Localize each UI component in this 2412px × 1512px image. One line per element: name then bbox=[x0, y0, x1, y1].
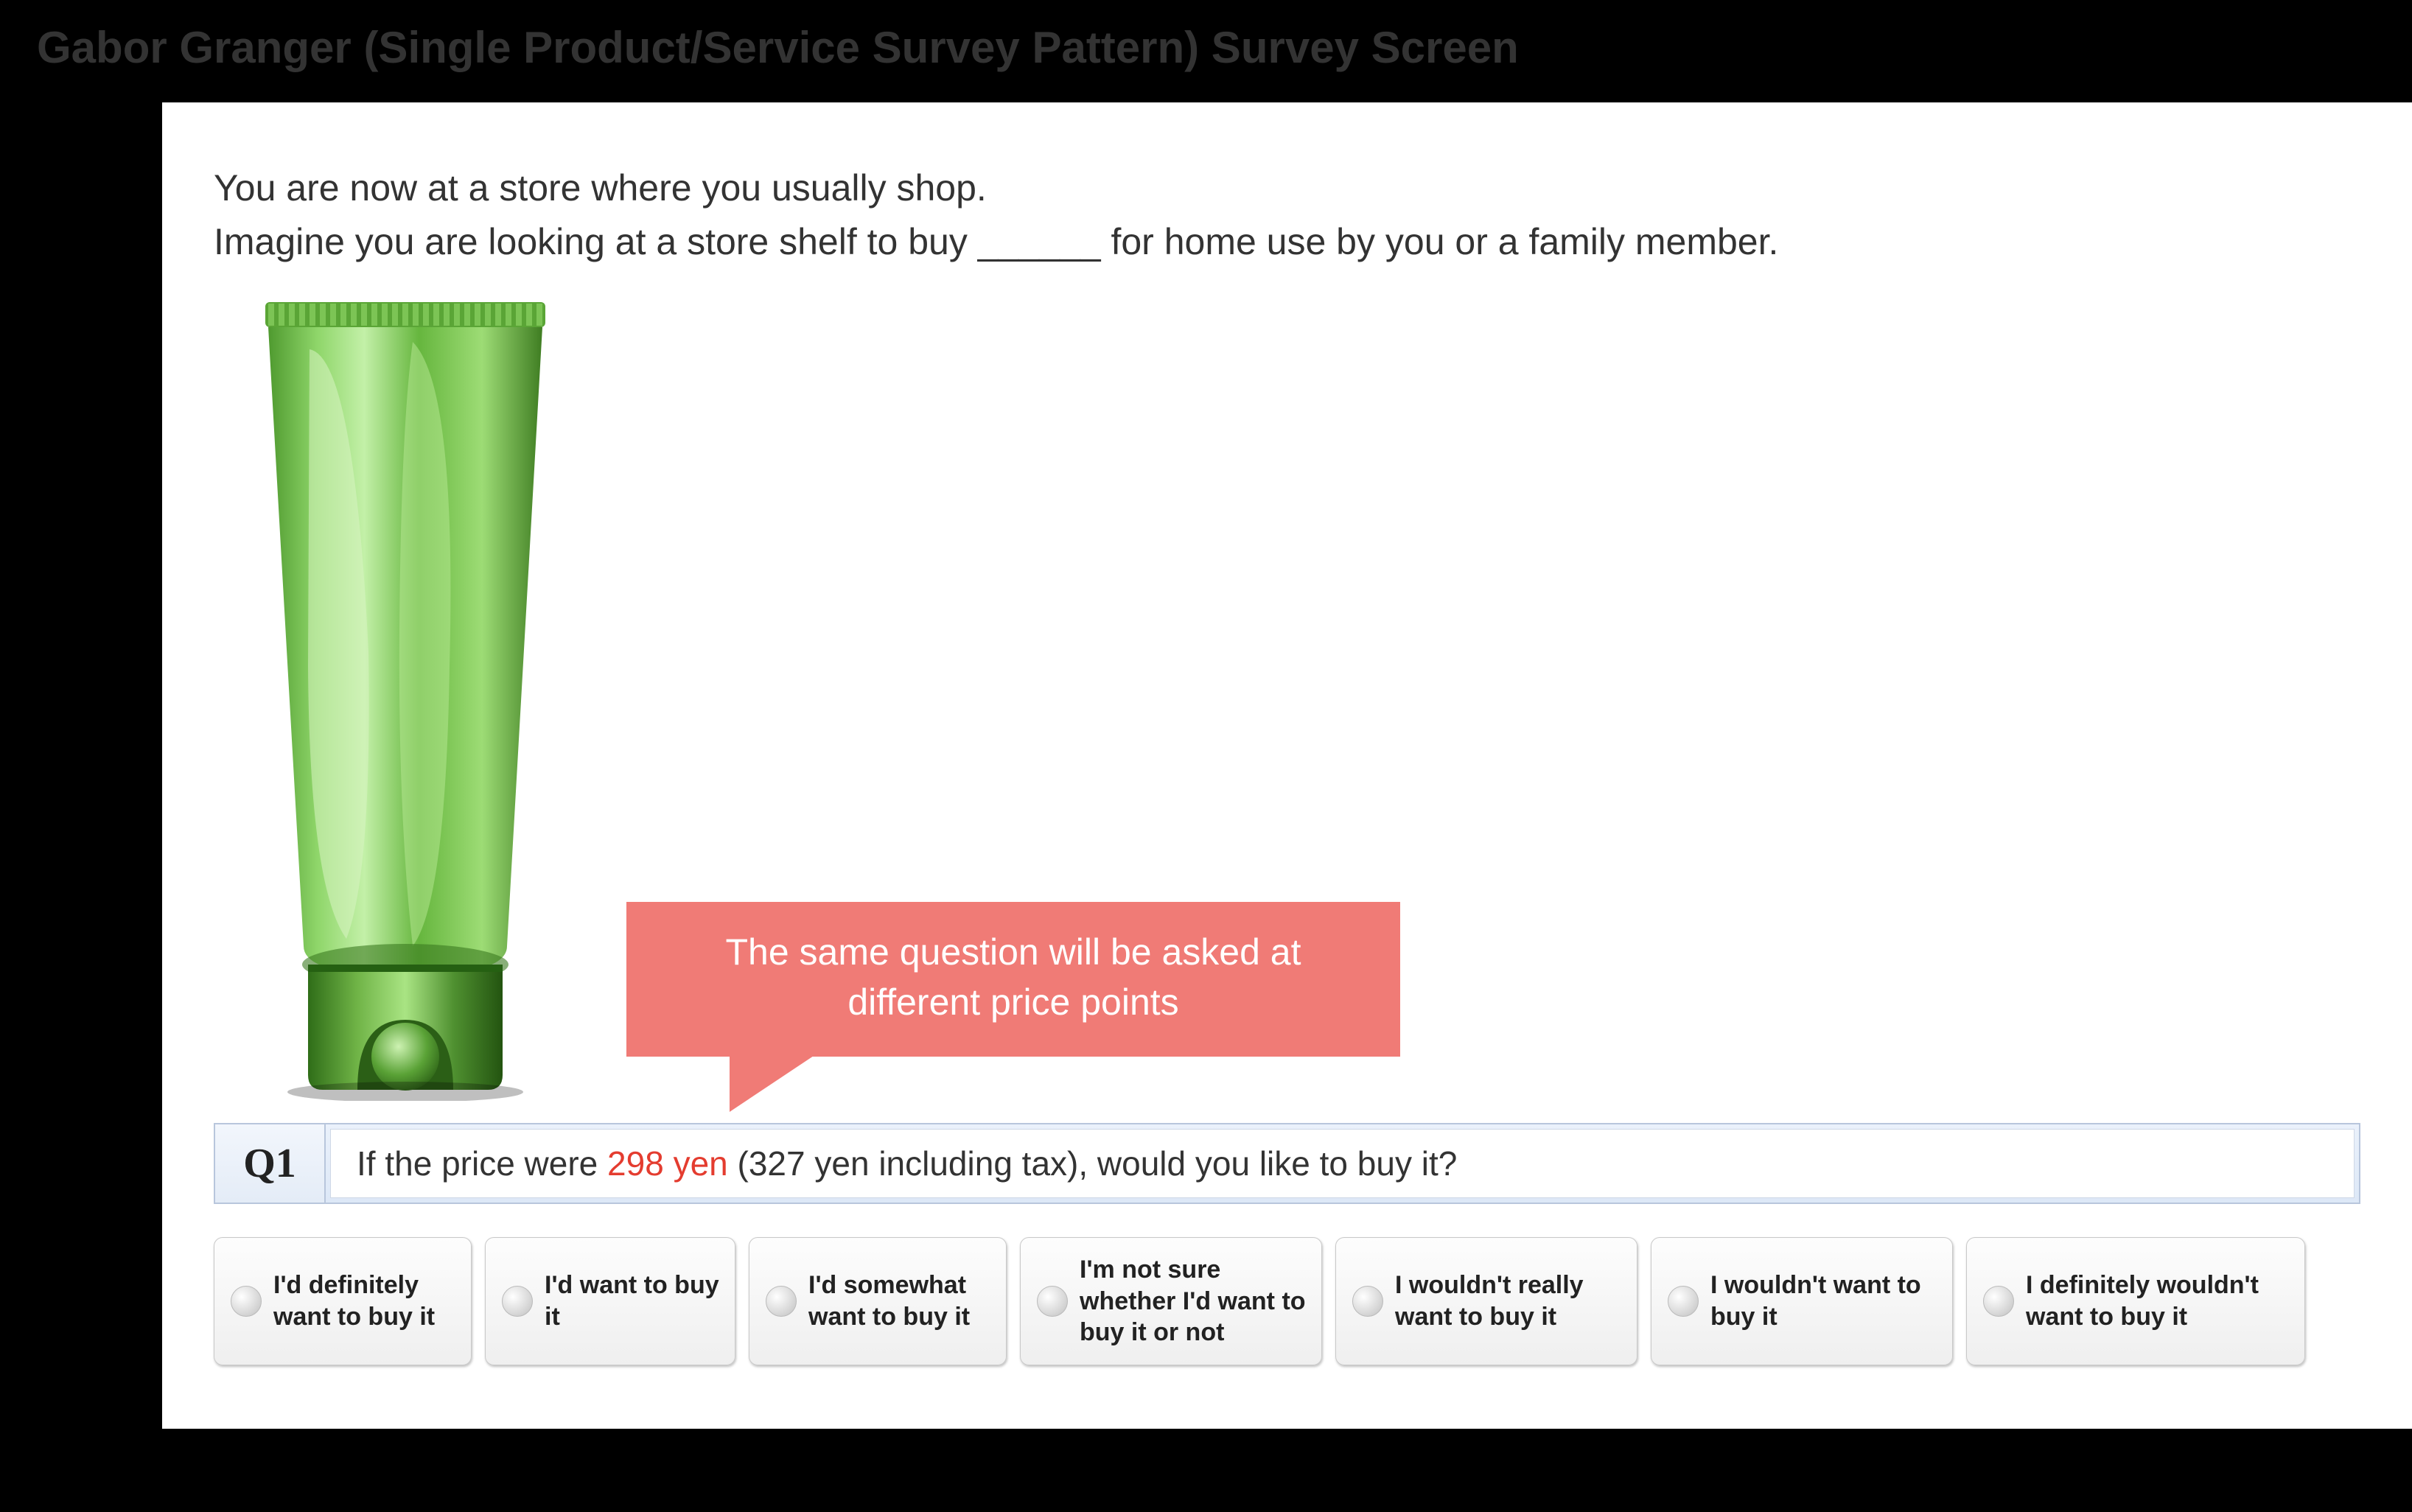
question-text-mid: (327 yen including tax), would you like … bbox=[728, 1144, 1458, 1183]
radio-icon bbox=[1352, 1286, 1383, 1317]
radio-icon bbox=[1037, 1286, 1068, 1317]
option-label: I wouldn't want to buy it bbox=[1710, 1270, 1937, 1332]
prompt-line2-pre: Imagine you are looking at a store shelf… bbox=[214, 221, 978, 262]
callout-text: The same question will be asked at diffe… bbox=[726, 931, 1301, 1023]
options-row: I'd definitely want to buy it I'd want t… bbox=[214, 1237, 2360, 1365]
option-label: I wouldn't really want to buy it bbox=[1395, 1270, 1622, 1332]
option-label: I definitely wouldn't want to buy it bbox=[2026, 1270, 2290, 1332]
question-text-pre: If the price were bbox=[357, 1144, 607, 1183]
radio-icon bbox=[766, 1286, 797, 1317]
radio-icon bbox=[502, 1286, 533, 1317]
prompt-line2-post: for home use by you or a family member. bbox=[1101, 221, 1779, 262]
option-somewhat-buy[interactable]: I'd somewhat want to buy it bbox=[749, 1237, 1007, 1365]
option-not-really[interactable]: I wouldn't really want to buy it bbox=[1335, 1237, 1637, 1365]
survey-panel: You are now at a store where you usually… bbox=[162, 102, 2412, 1429]
question-bar: Q1 If the price were 298 yen (327 yen in… bbox=[214, 1123, 2360, 1204]
option-definitely-buy[interactable]: I'd definitely want to buy it bbox=[214, 1237, 472, 1365]
question-number: Q1 bbox=[215, 1124, 326, 1203]
survey-prompt: You are now at a store where you usually… bbox=[214, 161, 2360, 268]
radio-icon bbox=[1668, 1286, 1699, 1317]
option-label: I'd want to buy it bbox=[545, 1270, 720, 1332]
page-title: Gabor Granger (Single Product/Service Su… bbox=[0, 0, 2412, 102]
product-image bbox=[228, 298, 582, 1101]
prompt-blank: ______ bbox=[978, 221, 1101, 262]
option-label: I'm not sure whether I'd want to buy it … bbox=[1080, 1254, 1307, 1348]
question-text: If the price were 298 yen (327 yen inclu… bbox=[330, 1129, 2355, 1198]
prompt-line1: You are now at a store where you usually… bbox=[214, 167, 987, 209]
radio-icon bbox=[1983, 1286, 2014, 1317]
option-definitely-not[interactable]: I definitely wouldn't want to buy it bbox=[1966, 1237, 2305, 1365]
tube-icon bbox=[228, 298, 582, 1101]
product-row: The same question will be asked at diffe… bbox=[214, 298, 2360, 1101]
option-not-sure[interactable]: I'm not sure whether I'd want to buy it … bbox=[1020, 1237, 1322, 1365]
option-label: I'd definitely want to buy it bbox=[273, 1270, 456, 1332]
question-price: 298 yen bbox=[607, 1144, 728, 1183]
option-label: I'd somewhat want to buy it bbox=[808, 1270, 991, 1332]
option-want-buy[interactable]: I'd want to buy it bbox=[485, 1237, 735, 1365]
callout-annotation: The same question will be asked at diffe… bbox=[626, 902, 1400, 1057]
option-wouldnt-buy[interactable]: I wouldn't want to buy it bbox=[1651, 1237, 1953, 1365]
radio-icon bbox=[231, 1286, 262, 1317]
